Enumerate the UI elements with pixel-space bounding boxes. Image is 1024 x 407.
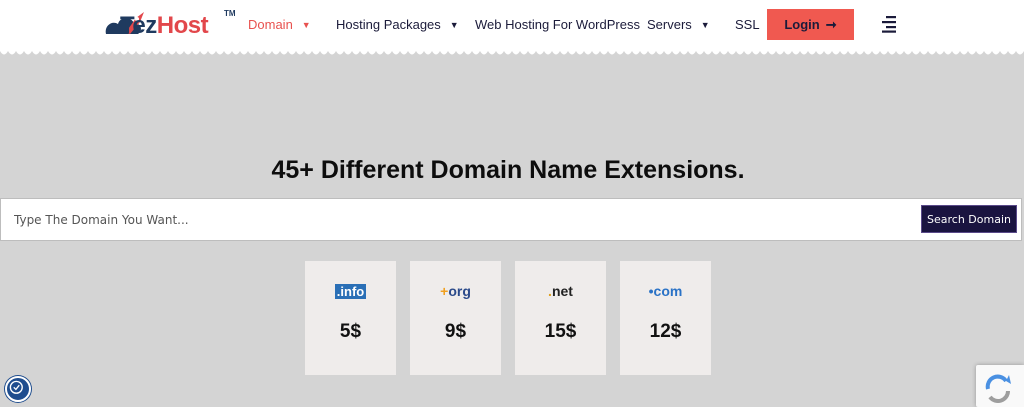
nav-hosting-packages-label: Hosting Packages bbox=[336, 17, 441, 32]
trademark-mark: TM bbox=[224, 9, 236, 18]
nav-domain[interactable]: Domain ▼ bbox=[248, 17, 311, 32]
login-label: Login bbox=[784, 17, 820, 32]
domain-search-bar: Search Domain bbox=[0, 198, 1022, 241]
logo-text-tez: Tez bbox=[120, 12, 157, 39]
org-price: 9$ bbox=[444, 321, 467, 342]
recaptcha-icon[interactable] bbox=[976, 365, 1024, 407]
nav-wordpress-hosting[interactable]: Web Hosting For WordPress bbox=[475, 17, 640, 32]
accessibility-icon[interactable] bbox=[5, 376, 31, 402]
logo-text-host: Host bbox=[156, 12, 209, 39]
nav-servers[interactable]: Servers ▼ bbox=[647, 17, 710, 32]
caret-down-icon: ▼ bbox=[301, 20, 311, 30]
com-price: 12$ bbox=[649, 321, 682, 342]
search-domain-button[interactable]: Search Domain bbox=[921, 205, 1017, 233]
caret-down-icon: ▼ bbox=[700, 20, 710, 30]
org-extension-logo: +org bbox=[440, 283, 471, 299]
domain-card-org[interactable]: +org 9$ bbox=[410, 261, 501, 375]
domain-card-net[interactable]: .net 15$ bbox=[515, 261, 606, 375]
nav-ssl-label: SSL bbox=[735, 17, 760, 32]
nav-domain-label: Domain bbox=[248, 17, 293, 32]
login-button[interactable]: Login ➞ bbox=[767, 9, 854, 40]
info-price: 5$ bbox=[339, 321, 362, 342]
nav-hosting-packages[interactable]: Hosting Packages ▼ bbox=[336, 17, 459, 32]
net-extension-logo: .net bbox=[548, 283, 573, 299]
nav-wordpress-label: Web Hosting For WordPress bbox=[475, 17, 640, 32]
nav-servers-label: Servers bbox=[647, 17, 692, 32]
domain-search-input[interactable] bbox=[1, 199, 901, 240]
info-extension-logo: .info bbox=[334, 284, 367, 299]
com-extension-logo: •com bbox=[648, 283, 683, 299]
logo-wordmark[interactable]: TezHost bbox=[120, 12, 209, 40]
net-price: 15$ bbox=[544, 321, 577, 342]
page-title: 45+ Different Domain Name Extensions. bbox=[271, 156, 745, 184]
caret-down-icon: ▼ bbox=[449, 20, 459, 30]
domain-card-info[interactable]: .info 5$ bbox=[305, 261, 396, 375]
nav-ssl[interactable]: SSL bbox=[735, 17, 760, 32]
menu-lines-icon[interactable] bbox=[880, 15, 898, 33]
arrow-right-icon: ➞ bbox=[825, 16, 837, 32]
header-scallop-edge bbox=[0, 48, 1024, 55]
domain-card-com[interactable]: •com 12$ bbox=[620, 261, 711, 375]
